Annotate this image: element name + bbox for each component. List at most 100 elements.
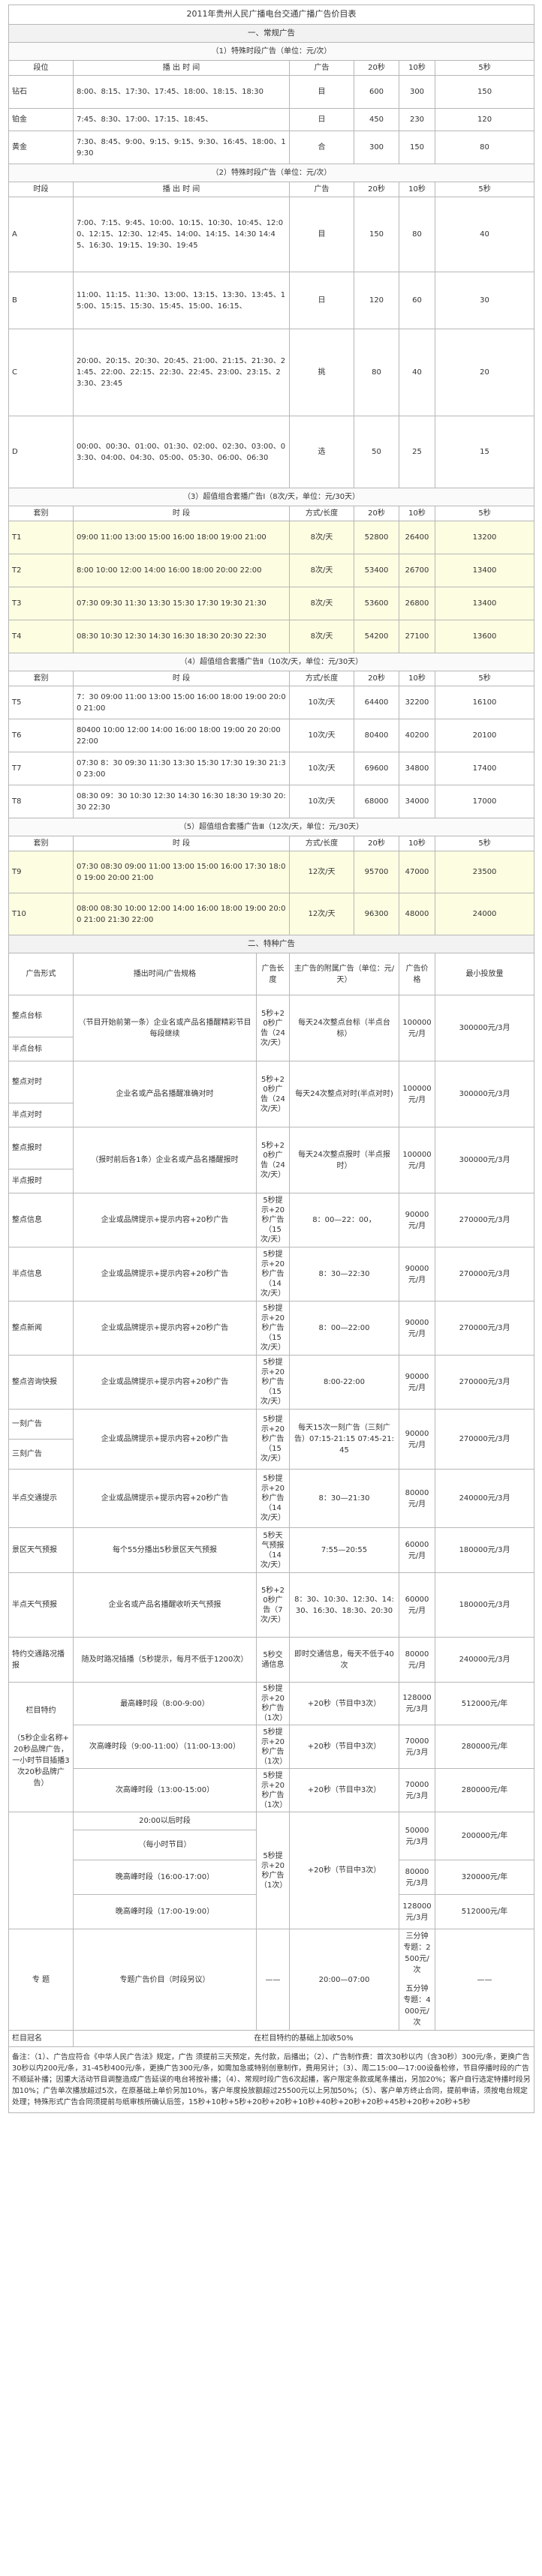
row-time: 8:00 10:00 12:00 14:00 16:00 18:00 20:00… bbox=[73, 554, 290, 587]
col-header: 套别 bbox=[8, 671, 74, 686]
ad-min: 240000元/3月 bbox=[434, 1637, 535, 1683]
naming-form: 栏目冠名 bbox=[8, 2030, 74, 2047]
row-name: 钻石 bbox=[8, 75, 74, 109]
sponsor-sub: +20秒（节目中3次） bbox=[289, 1682, 399, 1725]
row-mode: 8次/天 bbox=[289, 521, 354, 554]
ad-sub: 每天24次整点台标（半点台标） bbox=[289, 995, 399, 1061]
col-header: 播 出 时 间 bbox=[73, 60, 290, 76]
row-price-20s: 54200 bbox=[354, 620, 399, 653]
row-price-5s: 20 bbox=[434, 329, 535, 416]
ad-length: 5秒提示+20秒广告（15次/天） bbox=[256, 1193, 290, 1247]
row-time: 07:30 08:30 09:00 11:00 13:00 15:00 16:0… bbox=[73, 851, 290, 893]
special-form: 专 题 bbox=[8, 1929, 74, 2031]
ad-sub: 8：30、10:30、12:30、14:30、16:30、18:30、20:30 bbox=[289, 1572, 399, 1638]
row-price-10s: 60 bbox=[399, 272, 435, 329]
hourly-spec: 晚高峰时段（16:00-17:00） bbox=[73, 1860, 257, 1895]
row-name: T2 bbox=[8, 554, 74, 587]
ad-sub: 8：30—21:30 bbox=[289, 1469, 399, 1528]
section-heading-regular-ads: 一、常规广告 bbox=[8, 24, 535, 43]
ad-price: 90000元/月 bbox=[399, 1301, 435, 1356]
hourly-price: 80000元/3月 bbox=[399, 1860, 435, 1895]
special-sub: 20:00—07:00 bbox=[289, 1929, 399, 2031]
ad-min: 300000元/3月 bbox=[434, 1127, 535, 1193]
col-header: 方式/长度 bbox=[289, 506, 354, 521]
ad-price: 90000元/月 bbox=[399, 1409, 435, 1470]
row-price-20s: 80400 bbox=[354, 719, 399, 752]
row-price-10s: 47000 bbox=[399, 851, 435, 893]
sponsor-spec: 次高峰时段（9:00-11:00）（11:00-13:00） bbox=[73, 1725, 257, 1769]
row-ad-type: 日 bbox=[289, 272, 354, 329]
ad-form: 特约交通路况播报 bbox=[8, 1637, 74, 1683]
ad-price: 60000元/月 bbox=[399, 1572, 435, 1638]
ad-min: 270000元/3月 bbox=[434, 1193, 535, 1247]
row-price-5s: 17000 bbox=[434, 785, 535, 818]
ad-min: 270000元/3月 bbox=[434, 1409, 535, 1470]
row-time: 08:30 09：30 10:30 12:30 14:30 16:30 18:3… bbox=[73, 785, 290, 818]
row-name: C bbox=[8, 329, 74, 416]
sponsor-desc: （5秒企业名称+20秒品牌广告，一小时节目插播3次20秒品牌广告） bbox=[12, 1734, 70, 1788]
row-price-5s: 15 bbox=[434, 416, 535, 488]
ad-sub: 每天24次整点报时（半点报时） bbox=[289, 1127, 399, 1193]
row-mode: 12次/天 bbox=[289, 851, 354, 893]
row-price-10s: 25 bbox=[399, 416, 435, 488]
midnight-label: 20:00以后时段 bbox=[73, 1812, 257, 1830]
ad-form: 整点信息 bbox=[8, 1193, 74, 1247]
row-price-20s: 80 bbox=[354, 329, 399, 416]
ad-spec: 随及时路况插播（5秒提示，每月不低于1200次） bbox=[73, 1637, 257, 1683]
row-name: 铂金 bbox=[8, 108, 74, 131]
ad-sub: 8：00—22:00 bbox=[289, 1301, 399, 1356]
row-mode: 12次/天 bbox=[289, 893, 354, 935]
col-header: 10秒 bbox=[399, 671, 435, 686]
ad-spec: 企业或品牌提示+提示内容+20秒广告 bbox=[73, 1247, 257, 1302]
row-price-10s: 300 bbox=[399, 75, 435, 109]
sponsor-price: 70000元/3月 bbox=[399, 1725, 435, 1769]
row-price-10s: 32200 bbox=[399, 686, 435, 719]
row-ad-type: 挑 bbox=[289, 329, 354, 416]
sponsor-price: 128000元/3月 bbox=[399, 1682, 435, 1725]
col-header: 套别 bbox=[8, 506, 74, 521]
naming-desc: 在栏目特约的基础上加收50% bbox=[72, 2030, 535, 2047]
ad-length: 5秒提示+20秒广告（15次/天） bbox=[256, 1409, 290, 1470]
row-price-5s: 40 bbox=[434, 197, 535, 272]
ad-min: 300000元/3月 bbox=[434, 995, 535, 1061]
sponsor-sub: +20秒（节目中3次） bbox=[289, 1725, 399, 1769]
row-price-5s: 30 bbox=[434, 272, 535, 329]
ad-length: 5秒+20秒广告（24次/天） bbox=[256, 1061, 290, 1127]
row-price-10s: 48000 bbox=[399, 893, 435, 935]
subsection-heading: （4）超值组合套播广告Ⅱ（10次/天，单位：元/30天） bbox=[8, 653, 535, 671]
special-length: —— bbox=[256, 1929, 290, 2031]
ad-form: 整点对时 bbox=[8, 1061, 74, 1103]
ad-form: 景区天气预报 bbox=[8, 1527, 74, 1573]
row-time: 7:00、7:15、9:45、10:00、10:15、10:30、10:45、1… bbox=[73, 197, 290, 272]
sponsor-spec: 次高峰时段（13:00-15:00） bbox=[73, 1768, 257, 1812]
row-name: D bbox=[8, 416, 74, 488]
row-price-5s: 17400 bbox=[434, 752, 535, 785]
row-price-5s: 24000 bbox=[434, 893, 535, 935]
row-price-10s: 80 bbox=[399, 197, 435, 272]
sponsor-min: 280000元/年 bbox=[434, 1725, 535, 1769]
row-price-20s: 52800 bbox=[354, 521, 399, 554]
row-price-10s: 26800 bbox=[399, 587, 435, 620]
row-time: 00:00、00:30、01:00、01:30、02:00、02:30、03:0… bbox=[73, 416, 290, 488]
row-price-5s: 150 bbox=[434, 75, 535, 109]
special-price-line: 五分钟 专题：4000元/次 bbox=[403, 1985, 431, 2027]
col-header: 10秒 bbox=[399, 506, 435, 521]
special-spec: 专题广告价目（时段另议） bbox=[73, 1929, 257, 2031]
sponsor-spec: 最高峰时段（8:00-9:00） bbox=[73, 1682, 257, 1725]
ad-spec: 企业或品牌提示+提示内容+20秒广告 bbox=[73, 1355, 257, 1410]
row-ad-type: 目 bbox=[289, 197, 354, 272]
ad-form: 整点咨询快报 bbox=[8, 1355, 74, 1410]
special-price-line: 三分钟 专题：2500元/次 bbox=[403, 1932, 431, 1974]
row-price-20s: 600 bbox=[354, 75, 399, 109]
col-header: 5秒 bbox=[434, 182, 535, 197]
ad-form: 半点对时 bbox=[8, 1103, 74, 1127]
col-header: 播出时间/广告规格 bbox=[73, 953, 257, 995]
rate-card-table: 2011年贵州人民广播电台交通广播广告价目表 一、常规广告 （1）特殊时段广告（… bbox=[8, 5, 535, 2113]
ad-form: 半点台标 bbox=[8, 1037, 74, 1061]
row-name: T9 bbox=[8, 851, 74, 893]
ad-form: 整点新闻 bbox=[8, 1301, 74, 1356]
sponsor-price: 70000元/3月 bbox=[399, 1768, 435, 1812]
ad-length: 5秒交通信息 bbox=[256, 1637, 290, 1683]
row-ad-type: 合 bbox=[289, 131, 354, 164]
row-time: 08:30 10:30 12:30 14:30 16:30 18:30 20:3… bbox=[73, 620, 290, 653]
